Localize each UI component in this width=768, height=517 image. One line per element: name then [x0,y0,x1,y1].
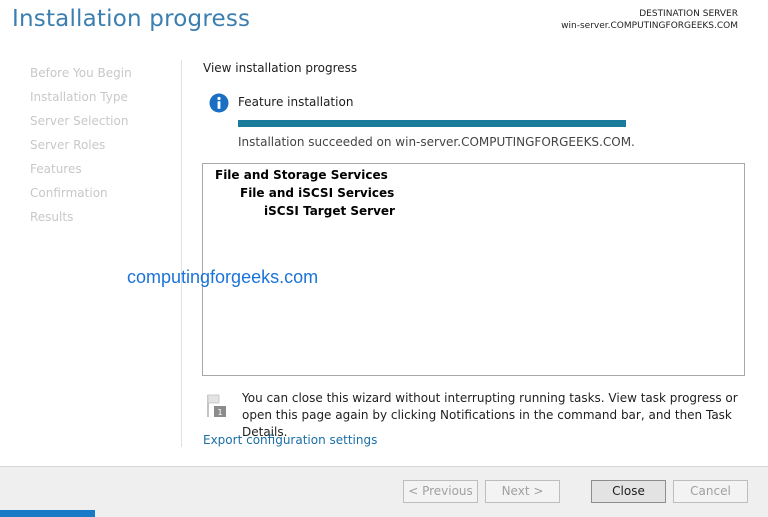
nav-item-installation-type: Installation Type [30,90,128,104]
nav-item-results[interactable]: Results [12,205,181,229]
wizard-nav: Before You Begin Installation Type Serve… [12,61,181,229]
result-item-file-iscsi-services: File and iSCSI Services [240,186,395,200]
nav-item-before-you-begin: Before You Begin [30,66,132,80]
nav-item-server-roles: Server Roles [30,138,106,152]
page-title: Installation progress [12,6,251,32]
result-item-file-storage-services: File and Storage Services [215,168,388,182]
installation-status: Installation succeeded on win-server.COM… [238,135,635,149]
export-configuration-link[interactable]: Export configuration settings [203,433,377,447]
result-item-iscsi-target-server: iSCSI Target Server [264,204,395,218]
cancel-button[interactable]: Cancel [673,480,748,503]
nav-divider [181,60,182,447]
close-button[interactable]: Close [591,480,666,503]
destination-server-info: DESTINATION SERVER win-server.COMPUTINGF… [561,8,738,32]
previous-button[interactable]: < Previous [403,480,478,503]
feature-installation-label: Feature installation [238,95,354,109]
note-icon-number: 1 [217,408,222,417]
watermark-text: computingforgeeks.com [127,267,319,287]
taskbar-strip [0,510,95,517]
progress-bar-fill [238,120,626,127]
wizard-footer: < Previous Next > Close Cancel [0,466,768,517]
progress-bar [238,120,626,127]
section-title: View installation progress [203,61,358,75]
nav-item-server-selection: Server Selection [30,114,129,128]
next-button[interactable]: Next > [485,480,560,503]
info-icon [209,93,229,113]
nav-item-features: Features [30,162,82,176]
nav-item-confirmation: Confirmation [30,186,108,200]
destination-server-name: win-server.COMPUTINGFORGEEKS.COM [561,21,738,31]
flag-note-icon: 1 [207,394,226,417]
destination-label: DESTINATION SERVER [639,9,738,19]
